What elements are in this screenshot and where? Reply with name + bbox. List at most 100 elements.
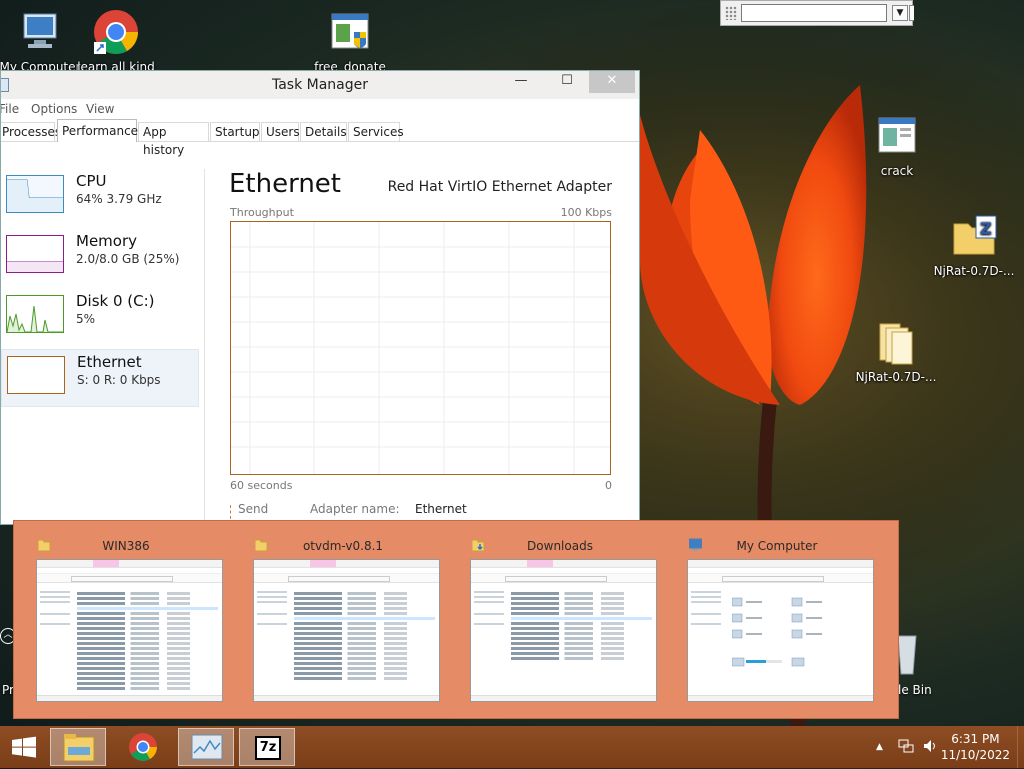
toolbar-input[interactable] — [741, 4, 887, 22]
maximize-button[interactable]: ☐ — [545, 71, 589, 93]
resource-item-disk[interactable]: Disk 0 (C:) 5% — [1, 289, 199, 347]
recycle-bin-icon[interactable] — [896, 630, 918, 676]
taskbar-7zip[interactable]: 7z — [239, 728, 295, 766]
switcher-window-my-computer[interactable]: My Computer — [681, 533, 874, 702]
adapter-name-label: Adapter name: — [310, 502, 400, 516]
pane-divider[interactable] — [204, 169, 205, 524]
desktop-icon-njrat-folder[interactable]: NjRat-0.7D-... — [854, 318, 938, 384]
resource-item-ethernet[interactable]: Ethernet S: 0 R: 0 Kbps — [1, 349, 199, 407]
chrome-icon — [129, 733, 157, 761]
tab-strip: Processes Performance App history Startu… — [1, 119, 639, 157]
seven-zip-icon: 7z — [255, 736, 281, 760]
grip-handle-icon[interactable] — [725, 6, 737, 20]
file-explorer-icon — [63, 734, 95, 762]
window-header: My Computer — [681, 533, 873, 557]
memory-mini-graph — [6, 235, 64, 273]
resource-value: 2.0/8.0 GB (25%) — [76, 252, 180, 266]
tab-performance[interactable]: Performance — [57, 119, 138, 142]
window-preview — [687, 559, 874, 702]
computer-icon — [16, 8, 64, 56]
recycle-bin-label[interactable]: le Bin — [898, 683, 932, 697]
resource-name: Disk 0 (C:) — [76, 292, 155, 310]
menu-bar: File Options View — [1, 99, 639, 119]
dropdown-arrow-icon[interactable]: ▼ — [892, 5, 908, 21]
desktop-icon-label: crack — [880, 164, 914, 178]
window-header: Downloads — [464, 533, 656, 557]
application-icon — [873, 112, 921, 160]
task-manager-icon — [191, 734, 223, 760]
tab-startup[interactable]: Startup — [210, 122, 260, 141]
switcher-window-downloads[interactable]: Downloads — [464, 533, 657, 702]
close-button[interactable]: ✕ — [589, 71, 635, 93]
network-icon[interactable] — [898, 738, 914, 758]
zip-folder-icon: Z — [950, 212, 998, 260]
installer-shield-icon — [326, 8, 374, 56]
disk-mini-graph — [6, 295, 64, 333]
detail-title: Ethernet — [229, 169, 341, 199]
resource-item-cpu[interactable]: CPU 64% 3.79 GHz — [1, 169, 199, 227]
restore-icon[interactable] — [909, 5, 914, 21]
title-bar[interactable]: Task Manager — ☐ ✕ — [1, 71, 639, 99]
resource-value: 5% — [76, 312, 96, 326]
desktop-icon-free-donate[interactable]: free_donate — [308, 8, 392, 74]
tab-processes[interactable]: Processes — [1, 122, 61, 141]
resource-name: Memory — [76, 232, 138, 250]
tab-users[interactable]: Users — [261, 122, 300, 141]
taskbar-file-explorer[interactable] — [50, 728, 106, 766]
seven-zip-label: 7z — [259, 740, 277, 755]
time-span-label: 60 seconds — [230, 479, 293, 492]
graph-max-label: 100 Kbps — [560, 206, 612, 219]
volume-icon[interactable] — [922, 738, 938, 758]
show-hidden-icons-icon[interactable]: ▲ — [876, 742, 883, 752]
start-button[interactable] — [0, 728, 48, 766]
show-desktop-button[interactable] — [1017, 726, 1024, 768]
minimize-button[interactable]: — — [499, 71, 543, 93]
menu-options[interactable]: Options — [31, 102, 77, 116]
desktop-icon-crack[interactable]: crack — [855, 112, 939, 178]
switcher-window-otvdm[interactable]: otvdm-v0.8.1 — [247, 533, 440, 702]
tab-services[interactable]: Services — [348, 122, 404, 141]
window-header: otvdm-v0.8.1 — [247, 533, 439, 557]
windows-logo-icon — [12, 736, 36, 758]
window-header: WIN386 — [30, 533, 222, 557]
chrome-shortcut-icon — [92, 8, 140, 56]
taskbar-task-manager[interactable] — [178, 728, 234, 766]
tab-app-history[interactable]: App history — [138, 122, 209, 157]
cpu-mini-graph — [6, 175, 64, 213]
throughput-graph — [230, 221, 611, 475]
window-preview — [470, 559, 657, 702]
graph-label: Throughput — [230, 206, 294, 219]
clock-time: 6:31 PM — [951, 732, 1000, 746]
system-clock[interactable]: 6:31 PM 11/10/2022 — [941, 731, 1010, 763]
desktop-icon-learn-all-kind[interactable]: learn all kind — [74, 8, 158, 74]
floating-toolbar: ▼ — [720, 0, 914, 26]
svg-text:Z: Z — [980, 219, 992, 238]
window-switcher: WIN386 otvdm-v0.8.1 Downloads My Compute… — [13, 520, 899, 719]
graph-min-label: 0 — [605, 479, 612, 492]
resource-value: S: 0 R: 0 Kbps — [77, 373, 161, 387]
desktop-icon-my-computer[interactable]: My Computer — [0, 8, 82, 74]
desktop-icon-njrat-zip[interactable]: Z NjRat-0.7D-... — [932, 212, 1016, 278]
ethernet-mini-graph — [7, 356, 65, 394]
resource-name: Ethernet — [77, 353, 142, 371]
tab-details[interactable]: Details — [300, 122, 347, 141]
send-label: Send — [238, 502, 269, 516]
menu-file[interactable]: File — [1, 102, 19, 116]
desktop-icon-label: NjRat-0.7D-... — [855, 370, 937, 384]
desktop-icon-label: NjRat-0.7D-... — [933, 264, 1015, 278]
resource-item-memory[interactable]: Memory 2.0/8.0 GB (25%) — [1, 229, 199, 287]
menu-view[interactable]: View — [86, 102, 114, 116]
switcher-window-win386[interactable]: WIN386 — [30, 533, 223, 702]
window-title: otvdm-v0.8.1 — [302, 539, 384, 553]
window-title: Downloads — [527, 539, 593, 553]
folder-icon — [872, 318, 920, 366]
window-title: My Computer — [736, 539, 818, 553]
window-title: Task Manager — [271, 77, 369, 93]
resource-list: CPU 64% 3.79 GHz Memory 2.0/8.0 GB (25%)… — [1, 169, 201, 524]
window-preview — [36, 559, 223, 702]
taskbar-chrome[interactable] — [115, 728, 171, 766]
resource-value: 64% 3.79 GHz — [76, 192, 162, 206]
clock-date: 11/10/2022 — [940, 748, 1010, 762]
adapter-description: Red Hat VirtIO Ethernet Adapter — [387, 179, 612, 195]
adapter-name-value: Ethernet — [415, 502, 467, 516]
